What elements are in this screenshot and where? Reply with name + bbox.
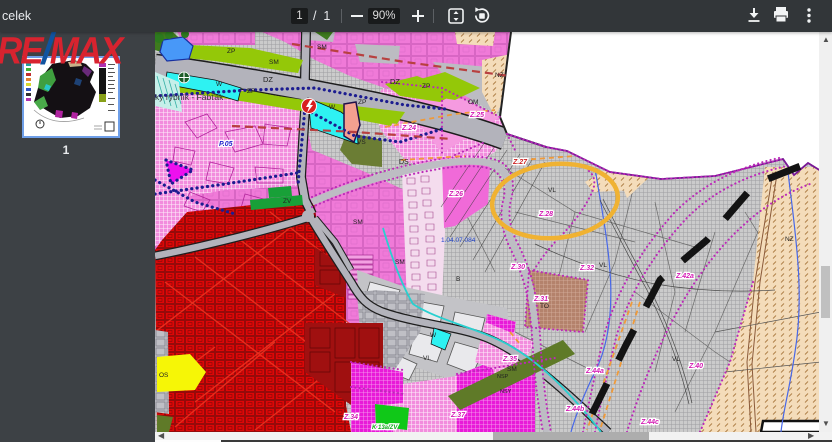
- svg-text:NSP: NSP: [497, 374, 509, 380]
- svg-text:SM: SM: [317, 44, 327, 51]
- svg-text:W: W: [216, 81, 223, 88]
- svg-text:VL: VL: [599, 262, 607, 269]
- svg-text:VL: VL: [548, 187, 556, 194]
- svg-text:K 13a/ZV: K 13a/ZV: [372, 425, 398, 431]
- svg-text:Z.44b: Z.44b: [565, 406, 585, 413]
- svg-text:ký rybník - Fabťák: ký rybník - Fabťák: [155, 92, 224, 102]
- svg-text:VL: VL: [423, 355, 431, 362]
- svg-text:Z.37: Z.37: [450, 412, 466, 419]
- svg-text:Z.24: Z.24: [401, 125, 416, 132]
- svg-text:ZP: ZP: [227, 48, 235, 55]
- svg-text:B: B: [456, 276, 460, 283]
- svg-text:1.04.07.084: 1.04.07.084: [441, 237, 476, 244]
- svg-text:Z.44a: Z.44a: [585, 368, 604, 375]
- svg-text:Z.26: Z.26: [448, 191, 463, 198]
- svg-text:Z.32: Z.32: [579, 265, 594, 272]
- svg-text:DZ: DZ: [263, 75, 273, 84]
- svg-text:SM: SM: [269, 59, 279, 66]
- svg-text:Z.40: Z.40: [688, 363, 703, 370]
- svg-text:ZV: ZV: [283, 198, 292, 205]
- svg-text:P.05: P.05: [219, 141, 233, 148]
- svg-text:OM: OM: [468, 99, 478, 106]
- svg-text:SM: SM: [507, 366, 517, 373]
- svg-text:SM: SM: [353, 219, 363, 226]
- svg-text:ZP: ZP: [247, 88, 255, 95]
- svg-text:NZ: NZ: [495, 72, 504, 79]
- svg-text:Z.25: Z.25: [469, 112, 484, 119]
- svg-text:Z.42a: Z.42a: [675, 273, 694, 280]
- svg-text:ZP: ZP: [358, 99, 366, 106]
- svg-text:Z.34: Z.34: [343, 414, 358, 421]
- svg-text:NZ: NZ: [785, 236, 794, 243]
- svg-text:ZP: ZP: [422, 83, 430, 90]
- svg-text:VS: VS: [357, 139, 366, 146]
- svg-text:Z.35: Z.35: [502, 356, 517, 363]
- svg-text:Z.30: Z.30: [510, 264, 525, 271]
- svg-text:NSY: NSY: [500, 389, 512, 395]
- svg-text:DS: DS: [399, 159, 409, 166]
- svg-text:Z.31: Z.31: [533, 296, 548, 303]
- svg-text:SM: SM: [395, 259, 405, 266]
- svg-text:W: W: [329, 104, 336, 111]
- svg-text:Z.44c: Z.44c: [640, 419, 659, 426]
- svg-text:OS: OS: [159, 372, 169, 379]
- svg-text:Z.27: Z.27: [512, 159, 528, 166]
- svg-text:W: W: [430, 332, 437, 339]
- svg-text:VL: VL: [672, 356, 680, 363]
- svg-text:TO: TO: [540, 303, 549, 310]
- svg-text:DZ: DZ: [390, 77, 400, 86]
- svg-text:Z.28: Z.28: [538, 211, 553, 218]
